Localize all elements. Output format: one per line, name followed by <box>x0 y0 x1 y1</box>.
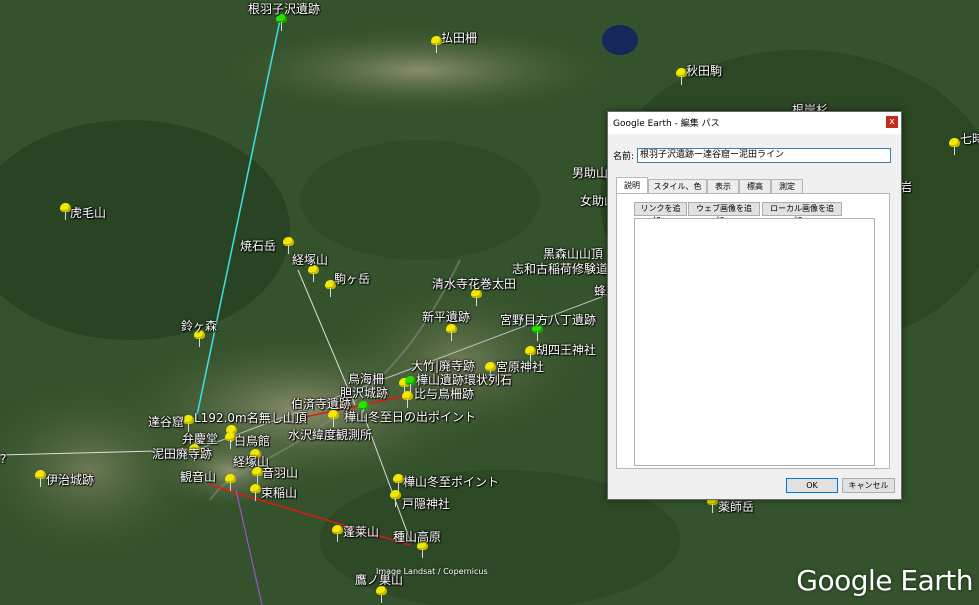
pushpin-icon[interactable] <box>390 490 402 508</box>
placemark-label[interactable]: 焼石岳 <box>240 239 276 253</box>
pushpin-icon[interactable] <box>328 410 340 428</box>
placemark-label[interactable]: 宮原神社 <box>496 360 544 374</box>
placemark-label[interactable]: 比与鳥柵跡 <box>414 387 474 401</box>
placemark-label[interactable]: 樺山冬至日の出ポイント <box>344 410 476 424</box>
placemark-label[interactable]: 大竹|廃寺跡 <box>411 359 475 373</box>
placemark-label[interactable]: 種山高原 <box>393 530 441 544</box>
placemark-label[interactable]: 新平遺跡 <box>422 310 470 324</box>
placemark-label[interactable]: 経塚山 <box>292 253 328 267</box>
tab-description[interactable]: 説明 <box>616 177 648 193</box>
cancel-button[interactable]: キャンセル <box>842 478 895 493</box>
placemark-label[interactable]: 伯済寺遺跡 <box>291 397 351 411</box>
placemark-label[interactable]: 七時 <box>960 132 979 146</box>
tab-altitude[interactable]: 標高 <box>739 179 771 193</box>
placemark-label[interactable]: 蜂 <box>594 284 606 298</box>
placemark-label[interactable]: 蓬莱山 <box>343 525 379 539</box>
placemark-label[interactable]: 鈴ヶ森 <box>181 319 217 333</box>
placemark-label[interactable]: 宮野目方八丁遺跡 <box>500 313 596 327</box>
placemark-label[interactable]: 戸隠神社 <box>402 497 450 511</box>
placemark-label[interactable]: 伊治城跡 <box>46 473 94 487</box>
edit-path-dialog: Google Earth - 編集 パス x 名前: 根羽子沢遺跡ー達谷窟ー泥田… <box>607 111 902 500</box>
placemark-label[interactable]: 払田柵 <box>441 31 477 45</box>
placemark-label[interactable]: L192.0m名無し山頂 <box>194 411 307 425</box>
placemark-label[interactable]: 樺山冬至ポイント <box>403 475 499 489</box>
placemark-label[interactable]: 束稲山 <box>261 486 297 500</box>
add-link-button[interactable]: リンクを追加... <box>634 202 687 225</box>
placemark-label[interactable]: 水沢緯度観測所 <box>288 428 372 442</box>
placemark-label[interactable]: ? <box>0 452 6 466</box>
pushpin-icon[interactable] <box>308 265 320 283</box>
description-textarea[interactable] <box>634 218 875 466</box>
tab-view[interactable]: 表示 <box>707 179 739 193</box>
name-input[interactable]: 根羽子沢遺跡ー達谷窟ー泥田ライン <box>637 148 891 163</box>
ok-button[interactable]: OK <box>786 478 838 493</box>
placemark-label[interactable]: 男助山 <box>572 166 608 180</box>
add-web-image-button[interactable]: ウェブ画像を追加... <box>688 202 760 225</box>
placemark-label[interactable]: 観音山 <box>180 470 216 484</box>
placemark-label[interactable]: 音羽山 <box>262 466 298 480</box>
close-icon[interactable]: x <box>886 116 898 128</box>
placemark-label[interactable]: 秋田駒 <box>686 64 722 78</box>
google-earth-logo: Google Earth <box>796 564 973 597</box>
pushpin-icon[interactable] <box>446 324 458 342</box>
placemark-label[interactable]: 鳥海柵 <box>348 372 384 386</box>
placemark-label[interactable]: 黒森山山頂 <box>543 247 603 261</box>
placemark-label[interactable]: 根羽子沢遺跡 <box>248 2 320 16</box>
placemark-label[interactable]: 樺山遺跡環状列石 <box>416 373 512 387</box>
placemark-label[interactable]: 達谷窟 <box>148 415 184 429</box>
pushpin-icon[interactable] <box>376 586 388 604</box>
pushpin-icon[interactable] <box>225 474 237 492</box>
name-label: 名前: <box>613 152 635 162</box>
placemark-label[interactable]: 胡四王神社 <box>536 343 596 357</box>
placemark-label[interactable]: 虎毛山 <box>70 206 106 220</box>
placemark-label[interactable]: 薬師岳 <box>718 500 754 514</box>
imagery-credit: Image Landsat / Copernicus <box>376 567 488 576</box>
dialog-title: Google Earth - 編集 パス <box>613 119 720 129</box>
placemark-label[interactable]: 泥田廃寺跡 <box>152 447 212 461</box>
tab-style-color[interactable]: スタイル、色 <box>648 179 707 193</box>
pushpin-icon[interactable] <box>183 415 195 433</box>
tab-measure[interactable]: 測定 <box>771 179 803 193</box>
add-local-image-button[interactable]: ローカル画像を追加... <box>762 202 842 225</box>
dialog-titlebar[interactable]: Google Earth - 編集 パス x <box>608 112 901 134</box>
placemark-label[interactable]: 志和古稲荷修験道 <box>512 262 608 276</box>
placemark-label[interactable]: 駒ヶ岳 <box>334 272 370 286</box>
pushpin-icon[interactable] <box>276 14 288 32</box>
placemark-label[interactable]: 清水寺花巻太田 <box>432 277 516 291</box>
pushpin-icon[interactable] <box>402 391 414 409</box>
placemark-label[interactable]: 白鳥館 <box>234 434 270 448</box>
description-panel: リンクを追加... ウェブ画像を追加... ローカル画像を追加... <box>616 193 890 469</box>
pushpin-icon[interactable] <box>471 289 483 307</box>
